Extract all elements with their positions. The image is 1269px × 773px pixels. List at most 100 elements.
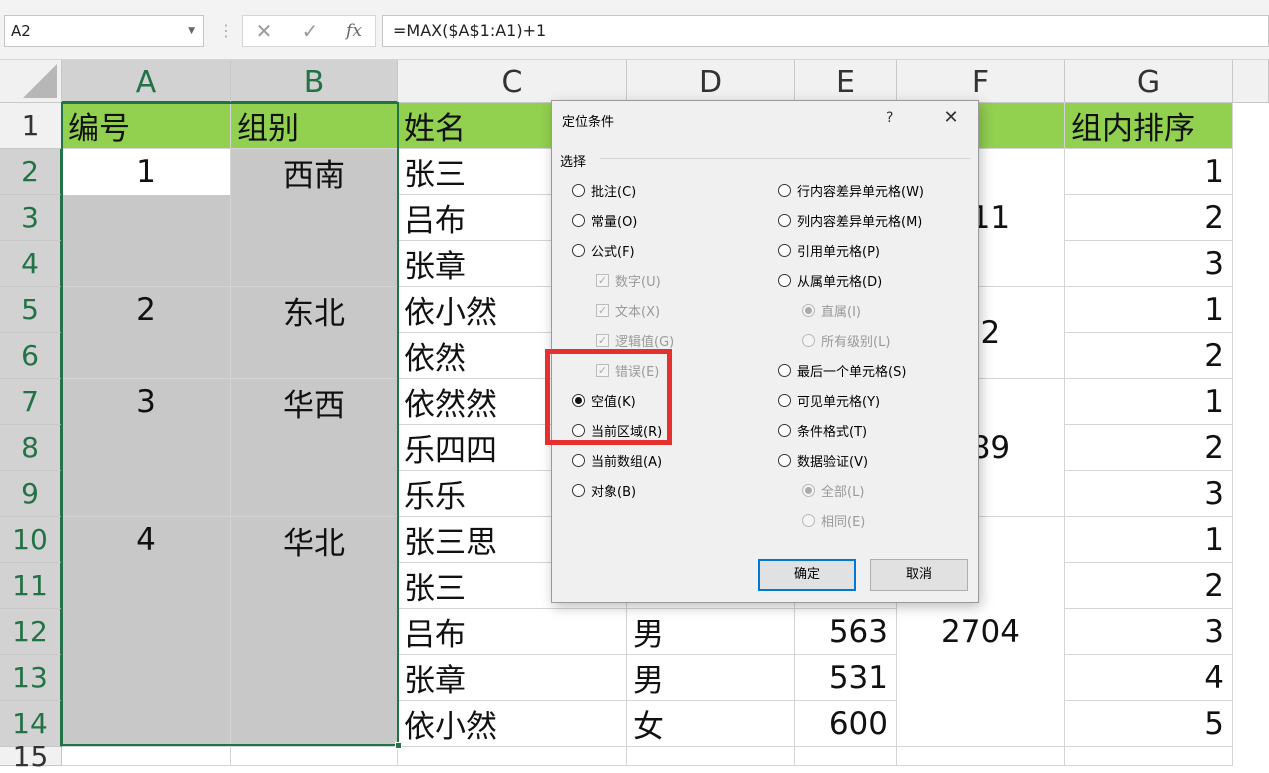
cell-g6[interactable]: 2 xyxy=(1065,333,1233,379)
cell-a3[interactable] xyxy=(62,195,231,241)
radio-icon[interactable] xyxy=(778,393,791,407)
cell-g1[interactable]: 组内排序 xyxy=(1065,103,1233,149)
cell-g10[interactable]: 1 xyxy=(1065,517,1233,563)
cell-f15[interactable] xyxy=(897,747,1065,766)
column-header-a[interactable]: A xyxy=(62,60,231,103)
row-header-13[interactable]: 13 xyxy=(0,655,62,701)
cell-c14[interactable]: 依小然 xyxy=(398,701,627,747)
cell-a9[interactable] xyxy=(62,471,231,517)
cell-b15[interactable] xyxy=(231,747,398,766)
help-icon[interactable]: ? xyxy=(886,110,893,126)
cell-g14[interactable]: 5 xyxy=(1065,701,1233,747)
cell-a15[interactable] xyxy=(62,747,231,766)
cell-e12[interactable]: 563 xyxy=(795,609,897,655)
row-header-5[interactable]: 5 xyxy=(0,287,62,333)
cell-b6[interactable] xyxy=(231,333,398,379)
cell-a13[interactable] xyxy=(62,655,231,701)
radio-icon[interactable] xyxy=(778,183,791,197)
column-header-b[interactable]: B xyxy=(231,60,398,103)
cell-g7[interactable]: 1 xyxy=(1065,379,1233,425)
option-left-11[interactable]: 对象(B) xyxy=(572,480,636,500)
row-header-4[interactable]: 4 xyxy=(0,241,62,287)
cell-c13[interactable]: 张章 xyxy=(398,655,627,701)
radio-icon[interactable] xyxy=(778,363,791,377)
option-right-1[interactable]: 行内容差异单元格(W) xyxy=(778,180,924,200)
fill-handle[interactable] xyxy=(395,742,402,749)
select-all-corner[interactable] xyxy=(0,60,62,103)
cell-g15[interactable] xyxy=(1065,747,1233,766)
cell-g3[interactable]: 2 xyxy=(1065,195,1233,241)
column-header-f[interactable]: F xyxy=(897,60,1065,103)
cell-b3[interactable] xyxy=(231,195,398,241)
cell-g5[interactable]: 1 xyxy=(1065,287,1233,333)
cell-a8[interactable] xyxy=(62,425,231,471)
cell-c15[interactable] xyxy=(398,747,627,766)
column-header-c[interactable]: C xyxy=(398,60,627,103)
cell-b9[interactable] xyxy=(231,471,398,517)
cell-a11[interactable] xyxy=(62,563,231,609)
row-header-15[interactable]: 15 xyxy=(0,740,62,773)
cell-b12[interactable] xyxy=(231,609,398,655)
row-header-3[interactable]: 3 xyxy=(0,195,62,241)
radio-icon[interactable] xyxy=(778,273,791,287)
row-header-6[interactable]: 6 xyxy=(0,333,62,379)
radio-icon[interactable] xyxy=(572,213,585,227)
radio-icon[interactable] xyxy=(572,453,585,467)
column-header-e[interactable]: E xyxy=(795,60,897,103)
option-right-10[interactable]: 数据验证(V) xyxy=(778,450,868,470)
cell-a6[interactable] xyxy=(62,333,231,379)
cancel-button[interactable]: 取消 xyxy=(870,559,968,591)
column-header-g[interactable]: G xyxy=(1065,60,1233,103)
cell-b14[interactable] xyxy=(231,701,398,747)
name-box[interactable]: A2 ▼ xyxy=(4,15,204,47)
cell-d14[interactable]: 女 xyxy=(627,701,795,747)
ok-button[interactable]: 确定 xyxy=(758,559,856,591)
row-header-7[interactable]: 7 xyxy=(0,379,62,425)
insert-function-icon[interactable]: fx xyxy=(340,15,368,47)
option-right-8[interactable]: 可见单元格(Y) xyxy=(778,390,880,410)
option-left-2[interactable]: 常量(O) xyxy=(572,210,637,230)
radio-icon[interactable] xyxy=(572,243,585,257)
cell-d12[interactable]: 男 xyxy=(627,609,795,655)
chevron-down-icon[interactable]: ▼ xyxy=(188,16,195,46)
option-left-3[interactable]: 公式(F) xyxy=(572,240,635,260)
row-header-1[interactable]: 1 xyxy=(0,103,62,149)
cell-a1[interactable]: 编号 xyxy=(62,103,231,149)
cancel-icon[interactable]: ✕ xyxy=(250,15,278,47)
row-header-9[interactable]: 9 xyxy=(0,471,62,517)
radio-icon[interactable] xyxy=(572,483,585,497)
radio-icon[interactable] xyxy=(778,213,791,227)
cell-b2[interactable]: 西南 xyxy=(231,149,398,195)
cell-b8[interactable] xyxy=(231,425,398,471)
cell-g8[interactable]: 2 xyxy=(1065,425,1233,471)
option-right-2[interactable]: 列内容差异单元格(M) xyxy=(778,210,922,230)
cell-b1[interactable]: 组别 xyxy=(231,103,398,149)
radio-icon[interactable] xyxy=(778,423,791,437)
cell-a7[interactable]: 3 xyxy=(62,379,231,425)
cell-a14[interactable] xyxy=(62,701,231,747)
cell-d15[interactable] xyxy=(627,747,795,766)
cell-a2[interactable]: 1 xyxy=(62,149,231,195)
cell-g12[interactable]: 3 xyxy=(1065,609,1233,655)
cell-g13[interactable]: 4 xyxy=(1065,655,1233,701)
option-right-4[interactable]: 从属单元格(D) xyxy=(778,270,882,290)
cell-g4[interactable]: 3 xyxy=(1065,241,1233,287)
cell-b7[interactable]: 华西 xyxy=(231,379,398,425)
option-left-10[interactable]: 当前数组(A) xyxy=(572,450,662,470)
cell-a4[interactable] xyxy=(62,241,231,287)
cell-g11[interactable]: 2 xyxy=(1065,563,1233,609)
row-header-11[interactable]: 11 xyxy=(0,563,62,609)
enter-icon[interactable]: ✓ xyxy=(296,15,324,47)
cell-b11[interactable] xyxy=(231,563,398,609)
option-right-9[interactable]: 条件格式(T) xyxy=(778,420,867,440)
cell-a5[interactable]: 2 xyxy=(62,287,231,333)
cell-g2[interactable]: 1 xyxy=(1065,149,1233,195)
option-right-3[interactable]: 引用单元格(P) xyxy=(778,240,880,260)
cell-b13[interactable] xyxy=(231,655,398,701)
radio-icon[interactable] xyxy=(778,243,791,257)
cell-a12[interactable] xyxy=(62,609,231,655)
row-header-8[interactable]: 8 xyxy=(0,425,62,471)
cell-b4[interactable] xyxy=(231,241,398,287)
cell-d13[interactable]: 男 xyxy=(627,655,795,701)
close-icon[interactable]: ✕ xyxy=(938,105,964,131)
